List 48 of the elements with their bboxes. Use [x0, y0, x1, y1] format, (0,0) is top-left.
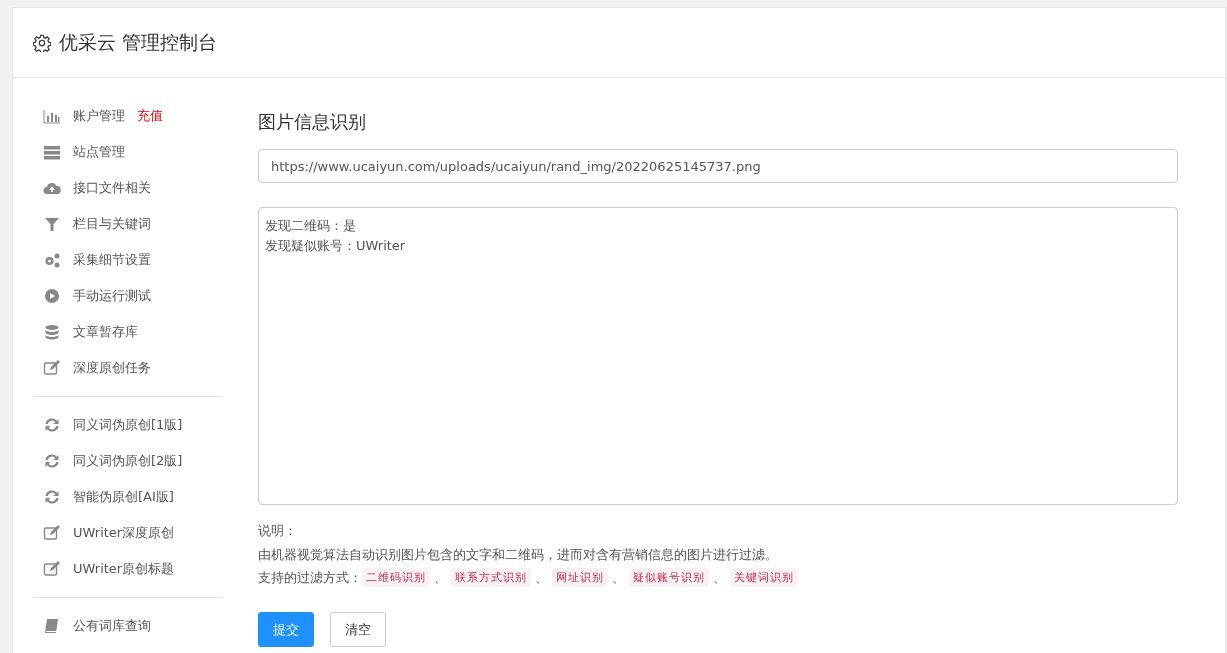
database-icon: [43, 324, 61, 340]
note-label: 说明：: [258, 522, 298, 540]
section-title: 图片信息识别: [258, 110, 367, 134]
separator: 、: [611, 569, 626, 587]
result-line: 发现疑似账号：UWriter: [265, 236, 407, 255]
filter-tag: 关键词识别: [730, 568, 798, 588]
server-icon: [43, 144, 61, 160]
sidebar-item[interactable]: 站点管理: [33, 134, 223, 170]
separator: 、: [433, 569, 448, 587]
refresh-icon: [43, 417, 61, 433]
filter-tag: 二维码识别: [362, 568, 430, 588]
sidebar-item[interactable]: UWriter原创标题: [33, 551, 223, 587]
book-icon: [43, 618, 61, 634]
recharge-link[interactable]: 充值: [137, 106, 163, 126]
bar-chart-icon: [43, 108, 61, 124]
filter-tag: 联系方式识别: [451, 568, 531, 588]
methods-label: 支持的过滤方式：: [258, 569, 362, 587]
app-title: 优采云 管理控制台: [59, 30, 218, 56]
separator: 、: [712, 569, 727, 587]
cloud-upload-icon: [43, 180, 61, 196]
refresh-icon: [43, 489, 61, 505]
filter-tag: 疑似账号识别: [629, 568, 709, 588]
edit-icon: [43, 561, 61, 577]
play-icon: [43, 288, 61, 304]
result-line: 发现二维码：是: [265, 217, 357, 235]
edit-icon: [43, 360, 61, 376]
separator: 、: [534, 569, 549, 587]
sidebar-item[interactable]: 采集细节设置: [33, 242, 223, 278]
sidebar-item[interactable]: 深度原创任务: [33, 350, 223, 386]
result-box[interactable]: 发现二维码：是 发现疑似账号：UWriter: [258, 207, 1178, 505]
sidebar-item[interactable]: 同义词伪原创[2版]: [33, 443, 223, 479]
settings-icon: [33, 33, 51, 52]
filter-tag: 网址识别: [552, 568, 608, 588]
note-text: 由机器视觉算法自动识别图片包含的文字和二维码，进而对含有营销信息的图片进行过滤。: [258, 545, 779, 564]
edit-icon: [43, 525, 61, 541]
sidebar-item[interactable]: UWriter深度原创: [33, 515, 223, 551]
url-field[interactable]: https://www.ucaiyun.com/uploads/ucaiyun/rand_img/20220625145737.png: [258, 149, 1178, 183]
clear-button[interactable]: 清空: [330, 611, 386, 647]
sidebar-item[interactable]: 文章暂存库: [33, 314, 223, 350]
sidebar-item[interactable]: 公有词库查询: [33, 608, 223, 644]
sidebar-item[interactable]: 账户管理 充值: [33, 98, 223, 134]
sidebar-item[interactable]: 手动运行测试: [33, 278, 223, 314]
refresh-icon: [43, 453, 61, 469]
sidebar-item[interactable]: 接口文件相关: [33, 170, 223, 206]
sidebar-item[interactable]: 智能伪原创[AI版]: [33, 479, 223, 515]
filter-icon: [43, 216, 61, 232]
sidebar-item[interactable]: 同义词伪原创[1版]: [33, 407, 223, 443]
sidebar-item[interactable]: 栏目与关键词: [33, 206, 223, 242]
